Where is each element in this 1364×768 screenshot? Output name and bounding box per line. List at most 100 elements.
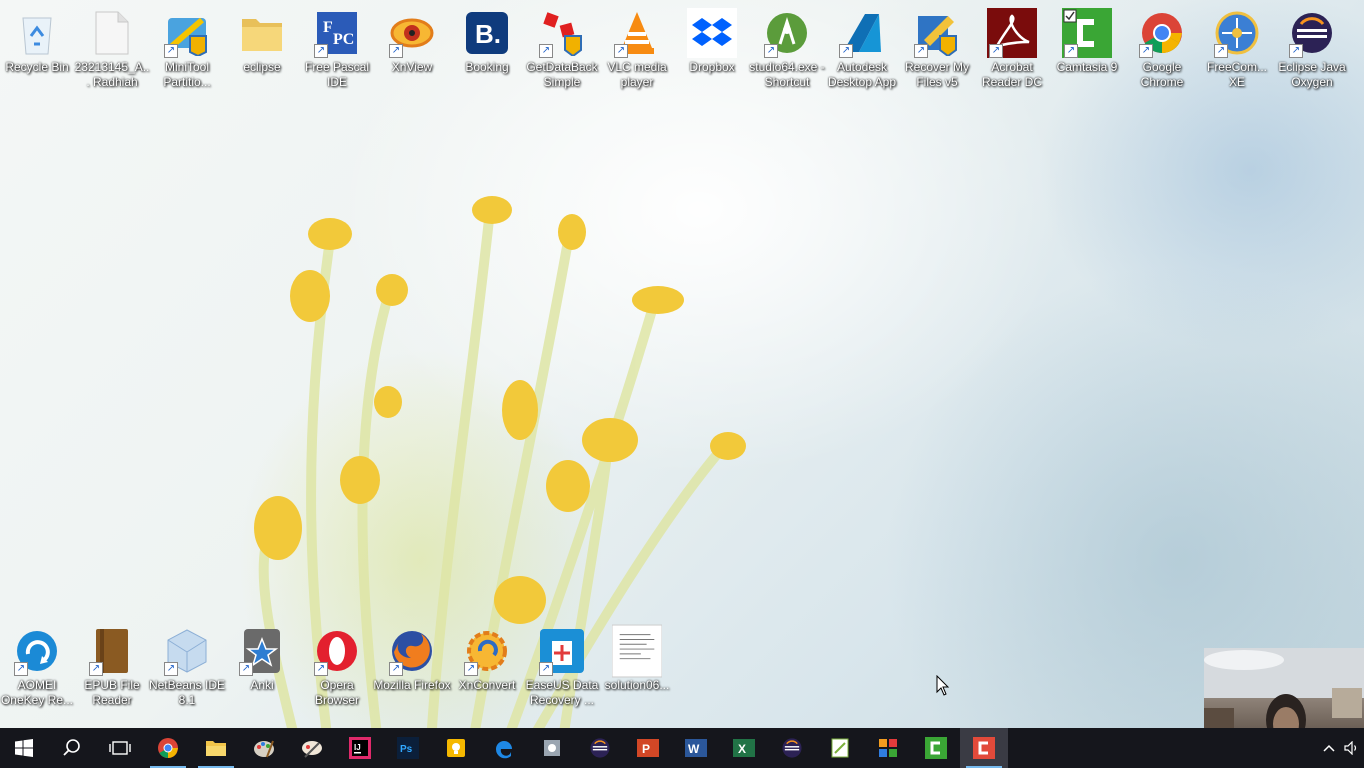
paint-icon — [253, 737, 275, 759]
chrome-icon — [157, 737, 179, 759]
taskbar-archive-tool-button[interactable] — [864, 728, 912, 768]
shortcut-arrow-icon: ↗ — [614, 44, 628, 58]
desktop-icon-label: Acrobat Reader DC — [981, 60, 1043, 89]
desktop-icon-vlc[interactable]: ↗ VLC media player — [600, 8, 674, 90]
svg-text:P: P — [642, 742, 650, 756]
svg-text:B.: B. — [475, 19, 501, 49]
desktop-icon-label: Opera Browser — [314, 678, 359, 707]
photoshop-icon: Ps — [397, 737, 419, 759]
anki-icon: ↗ — [237, 626, 287, 676]
file-explorer-icon — [205, 739, 227, 757]
word-icon: W — [685, 737, 707, 759]
desktop-icon-label: Autodesk Desktop App — [827, 60, 897, 89]
document-file-icon — [87, 8, 137, 58]
recover-my-files-icon: ↗ — [912, 8, 962, 58]
svg-text:IJ: IJ — [354, 743, 361, 752]
easeus-icon: ↗ — [537, 626, 587, 676]
shortcut-arrow-icon: ↗ — [1064, 44, 1078, 58]
shortcut-arrow-icon: ↗ — [914, 44, 928, 58]
tips-bulb-icon — [445, 737, 467, 759]
desktop-icon-label: VLC media player — [607, 60, 667, 89]
desktop-icon-label: MiniTool Partitio... — [163, 60, 211, 89]
taskbar-paintbrush-button[interactable] — [288, 728, 336, 768]
desktop-icon-easeus[interactable]: ↗ EaseUS Data Recovery ... — [525, 626, 599, 708]
desktop-icon-aomei[interactable]: ↗ AOMEI OneKey Re... — [0, 626, 74, 708]
taskbar-eclipse-button[interactable] — [768, 728, 816, 768]
taskbar-photoshop-button[interactable]: Ps — [384, 728, 432, 768]
desktop-icon-opera[interactable]: ↗ Opera Browser — [300, 626, 374, 708]
desktop-icon-label: EPUB File Reader — [84, 678, 140, 707]
shortcut-arrow-icon: ↗ — [239, 662, 253, 676]
desktop-icon-document-file[interactable]: 23213145_A... Radhiah — [75, 8, 149, 90]
document-thumbnail-icon — [612, 624, 662, 678]
desktop-icon-document-thumbnail[interactable]: solution06... — [600, 624, 674, 693]
android-studio-icon: ↗ — [762, 8, 812, 58]
desktop-icon-recycle-bin[interactable]: Recycle Bin — [0, 8, 74, 75]
taskbar-intellij-button[interactable]: IJ — [336, 728, 384, 768]
taskbar-powerpoint-button[interactable]: P — [624, 728, 672, 768]
desktop-icon-getdataback[interactable]: ↗ GetDataBack Simple — [525, 8, 599, 90]
desktop-icon-label: eclipse — [243, 60, 281, 74]
desktop-icon-chrome[interactable]: ↗ Google Chrome — [1125, 8, 1199, 90]
desktop-icon-netbeans[interactable]: ↗ NetBeans IDE 8.1 — [149, 626, 225, 708]
notepad-plus-icon — [829, 737, 851, 759]
taskbar-apps: IJ Ps P W X — [144, 728, 1008, 768]
desktop-icon-anki[interactable]: ↗ Anki — [225, 626, 299, 693]
desktop-icon-label: Anki — [250, 678, 274, 692]
desktop-icon-eclipse[interactable]: ↗ Eclipse Java Oxygen — [1275, 8, 1349, 90]
svg-text:F: F — [323, 19, 333, 36]
desktop-icon-epub-reader[interactable]: ↗ EPUB File Reader — [75, 626, 149, 708]
booking-icon: B. — [462, 8, 512, 58]
taskbar-word-button[interactable]: W — [672, 728, 720, 768]
desktop-icon-label: GetDataBack Simple — [526, 60, 598, 89]
acrobat-icon: ↗ — [987, 8, 1037, 58]
desktop-icon-dropbox[interactable]: Dropbox — [675, 8, 749, 75]
desktop-icon-xnconvert[interactable]: ↗ XnConvert — [450, 626, 524, 693]
desktop-icon-label: Mozilla Firefox — [373, 678, 451, 692]
desktop-icon-android-studio[interactable]: ↗ studio64.exe - Shortcut — [749, 8, 825, 90]
shortcut-arrow-icon: ↗ — [14, 662, 28, 676]
taskbar-edge-button[interactable] — [480, 728, 528, 768]
eclipse-icon — [589, 737, 611, 759]
desktop-icon-label: FreeCom... XE — [1206, 60, 1267, 89]
desktop-icon-recover-my-files[interactable]: ↗ Recover My Files v5 — [900, 8, 974, 90]
windows-start-icon[interactable] — [0, 728, 48, 768]
taskbar-chrome-button[interactable] — [144, 728, 192, 768]
desktop-icon-minitool[interactable]: ↗ MiniTool Partitio... — [150, 8, 224, 90]
desktop-icon-label: Recover My Files v5 — [904, 60, 969, 89]
desktop-icon-firefox[interactable]: ↗ Mozilla Firefox — [373, 626, 451, 693]
svg-text:PC: PC — [333, 31, 354, 48]
aomei-icon: ↗ — [12, 626, 62, 676]
desktop-icon-freecommander[interactable]: ↗ FreeCom... XE — [1200, 8, 1274, 90]
desktop-icon-free-pascal[interactable]: F PC ↗ Free Pascal IDE — [300, 8, 374, 90]
taskbar-camtasia-recorder-button[interactable] — [960, 728, 1008, 768]
search-icon[interactable] — [48, 728, 96, 768]
task-view-icon[interactable] — [96, 728, 144, 768]
desktop-icon-label: solution06... — [604, 678, 670, 692]
camtasia-recorder-icon — [973, 737, 995, 759]
taskbar-file-explorer-button[interactable] — [192, 728, 240, 768]
taskbar-notepad-plus-button[interactable] — [816, 728, 864, 768]
chevron-up-icon[interactable] — [1318, 728, 1340, 768]
taskbar-camtasia-button[interactable] — [912, 728, 960, 768]
epub-reader-icon: ↗ — [87, 626, 137, 676]
desktop-icon-label: studio64.exe - Shortcut — [749, 60, 825, 89]
desktop-icon-camtasia[interactable]: ↗ Camtasia 9 — [1050, 8, 1124, 75]
desktop-icon-label: XnConvert — [458, 678, 516, 692]
taskbar: IJ Ps P W X — [0, 728, 1364, 768]
volume-icon[interactable] — [1340, 728, 1364, 768]
taskbar-eclipse-button[interactable] — [576, 728, 624, 768]
taskbar-paint-button[interactable] — [240, 728, 288, 768]
desktop-icon-booking[interactable]: B. Booking — [450, 8, 524, 75]
getdataback-icon: ↗ — [537, 8, 587, 58]
taskbar-excel-button[interactable]: X — [720, 728, 768, 768]
desktop-icon-folder[interactable]: eclipse — [225, 8, 299, 75]
eclipse-icon: ↗ — [1287, 8, 1337, 58]
desktop-icon-autodesk[interactable]: ↗ Autodesk Desktop App — [825, 8, 899, 90]
minitool-icon: ↗ — [162, 8, 212, 58]
system-tray — [1318, 728, 1364, 768]
taskbar-tips-bulb-button[interactable] — [432, 728, 480, 768]
desktop-icon-acrobat[interactable]: ↗ Acrobat Reader DC — [975, 8, 1049, 90]
taskbar-system-settings-button[interactable] — [528, 728, 576, 768]
desktop-icon-xnview[interactable]: ↗ XnView — [375, 8, 449, 75]
